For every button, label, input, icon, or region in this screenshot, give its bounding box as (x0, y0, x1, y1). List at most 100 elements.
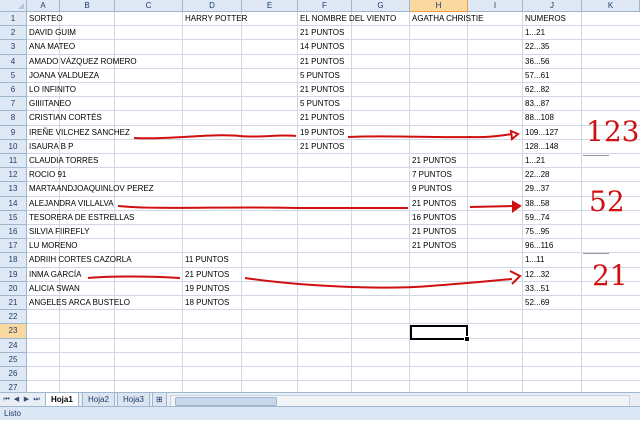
row-header-14[interactable]: 14 (0, 196, 27, 211)
column-header-j[interactable]: J (523, 0, 582, 12)
cell-j5[interactable]: 57...61 (523, 69, 549, 83)
row-header-16[interactable]: 16 (0, 225, 27, 240)
cell-h14[interactable]: 21 PUNTOS (410, 197, 456, 211)
cell-a21[interactable]: ANGELES ARCA BUSTELO (27, 296, 130, 310)
cell-f1[interactable]: EL NOMBRE DEL VIENTO (298, 12, 396, 26)
column-header-i[interactable]: I (468, 0, 523, 12)
row-header-5[interactable]: 5 (0, 68, 27, 83)
cell-a5[interactable]: JOANA VALDUEZA (27, 69, 99, 83)
cell-j4[interactable]: 36...56 (523, 55, 549, 69)
last-sheet-icon[interactable]: ⏭ (32, 394, 41, 405)
row-header-13[interactable]: 13 (0, 182, 27, 197)
column-header-d[interactable]: D (183, 0, 242, 12)
cell-f5[interactable]: 5 PUNTOS (298, 69, 340, 83)
row-header-7[interactable]: 7 (0, 97, 27, 112)
cell-h11[interactable]: 21 PUNTOS (410, 154, 456, 168)
row-header-25[interactable]: 25 (0, 352, 27, 367)
cell-a20[interactable]: ALICIA SWAN (27, 282, 80, 296)
row-header-20[interactable]: 20 (0, 281, 27, 296)
cell-j10[interactable]: 128...148 (523, 140, 558, 154)
cell-j7[interactable]: 83...87 (523, 97, 549, 111)
cell-j1[interactable]: NUMEROS (523, 12, 566, 26)
cell-a6[interactable]: LO INFINITO (27, 83, 76, 97)
cell-h13[interactable]: 9 PUNTOS (410, 182, 452, 196)
row-header-22[interactable]: 22 (0, 310, 27, 325)
cell-f6[interactable]: 21 PUNTOS (298, 83, 344, 97)
column-header-k[interactable]: K (582, 0, 640, 12)
cell-f7[interactable]: 5 PUNTOS (298, 97, 340, 111)
cell-h16[interactable]: 21 PUNTOS (410, 225, 456, 239)
cell-j20[interactable]: 33...51 (523, 282, 549, 296)
row-header-4[interactable]: 4 (0, 54, 27, 69)
cell-a17[interactable]: LU MORENO (27, 239, 77, 253)
cell-a2[interactable]: DAVID GUIM (27, 26, 76, 40)
cell-j9[interactable]: 109...127 (523, 126, 558, 140)
cell-j14[interactable]: 38...58 (523, 197, 549, 211)
cell-a11[interactable]: CLAUDIA TORRES (27, 154, 99, 168)
cell-a18[interactable]: ADRIIH CORTES CAZORLA (27, 253, 132, 267)
cell-h17[interactable]: 21 PUNTOS (410, 239, 456, 253)
cell-j6[interactable]: 62...82 (523, 83, 549, 97)
row-header-9[interactable]: 9 (0, 125, 27, 140)
cell-a10[interactable]: ISAURA B P (27, 140, 73, 154)
column-header-e[interactable]: E (242, 0, 298, 12)
cell-j18[interactable]: 1...11 (523, 253, 544, 267)
column-header-b[interactable]: B (60, 0, 115, 12)
tab-hoja2[interactable]: Hoja2 (82, 393, 115, 407)
cell-a4[interactable]: AMADO VÁZQUEZ ROMERO (27, 55, 137, 69)
column-header-a[interactable]: A (27, 0, 60, 12)
cell-h15[interactable]: 16 PUNTOS (410, 211, 456, 225)
scrollbar-thumb[interactable] (175, 397, 277, 406)
cell-a12[interactable]: ROCIO 91 (27, 168, 66, 182)
cell-j16[interactable]: 75...95 (523, 225, 549, 239)
cell-j19[interactable]: 12...32 (523, 268, 549, 282)
cell-f9[interactable]: 19 PUNTOS (298, 126, 344, 140)
cell-a9[interactable]: IREÑE VILCHEZ SANCHEZ (27, 126, 130, 140)
select-all-corner[interactable] (0, 0, 27, 12)
row-header-10[interactable]: 10 (0, 139, 27, 154)
prev-sheet-icon[interactable]: ◀ (12, 394, 21, 405)
row-header-12[interactable]: 12 (0, 168, 27, 183)
cell-a14[interactable]: ALEJANDRA VILLALVA (27, 197, 114, 211)
row-header-26[interactable]: 26 (0, 367, 27, 382)
cell-d20[interactable]: 19 PUNTOS (183, 282, 229, 296)
column-header-c[interactable]: C (115, 0, 183, 12)
cell-f8[interactable]: 21 PUNTOS (298, 111, 344, 125)
cell-j13[interactable]: 29...37 (523, 182, 549, 196)
cell-f3[interactable]: 14 PUNTOS (298, 40, 344, 54)
row-header-3[interactable]: 3 (0, 40, 27, 55)
cell-d1[interactable]: HARRY POTTER (183, 12, 247, 26)
insert-sheet-icon[interactable]: ⊞ (152, 393, 167, 407)
cell-j21[interactable]: 52...69 (523, 296, 549, 310)
cell-f4[interactable]: 21 PUNTOS (298, 55, 344, 69)
cell-a8[interactable]: CRISTIAN CORTÉS (27, 111, 102, 125)
row-header-17[interactable]: 17 (0, 239, 27, 254)
row-header-15[interactable]: 15 (0, 210, 27, 225)
row-header-2[interactable]: 2 (0, 26, 27, 41)
cell-a16[interactable]: SILVIA FIIREFLY (27, 225, 90, 239)
cell-a7[interactable]: GIIIITANEO (27, 97, 71, 111)
cell-a3[interactable]: ANA MATEO (27, 40, 75, 54)
column-header-f[interactable]: F (298, 0, 352, 12)
row-header-8[interactable]: 8 (0, 111, 27, 126)
row-header-1[interactable]: 1 (0, 12, 27, 27)
cell-j12[interactable]: 22...28 (523, 168, 549, 182)
row-header-6[interactable]: 6 (0, 83, 27, 98)
cell-a15[interactable]: TESORERA DE ESTRELLAS (27, 211, 134, 225)
active-cell-h23[interactable] (410, 325, 470, 342)
tab-hoja3[interactable]: Hoja3 (117, 393, 150, 407)
cell-j17[interactable]: 96...116 (523, 239, 553, 253)
cell-d19[interactable]: 21 PUNTOS (183, 268, 229, 282)
row-header-23[interactable]: 23 (0, 324, 27, 339)
first-sheet-icon[interactable]: ⏮ (2, 394, 11, 405)
cell-d21[interactable]: 18 PUNTOS (183, 296, 229, 310)
cell-j11[interactable]: 1...21 (523, 154, 545, 168)
cell-a1[interactable]: SORTEO (27, 12, 63, 26)
cell-j2[interactable]: 1...21 (523, 26, 545, 40)
row-header-24[interactable]: 24 (0, 338, 27, 353)
cell-d18[interactable]: 11 PUNTOS (183, 253, 229, 267)
cell-f2[interactable]: 21 PUNTOS (298, 26, 344, 40)
column-header-h[interactable]: H (410, 0, 468, 12)
cell-h1[interactable]: AGATHA CHRISTIE (410, 12, 483, 26)
cell-j8[interactable]: 88...108 (523, 111, 554, 125)
